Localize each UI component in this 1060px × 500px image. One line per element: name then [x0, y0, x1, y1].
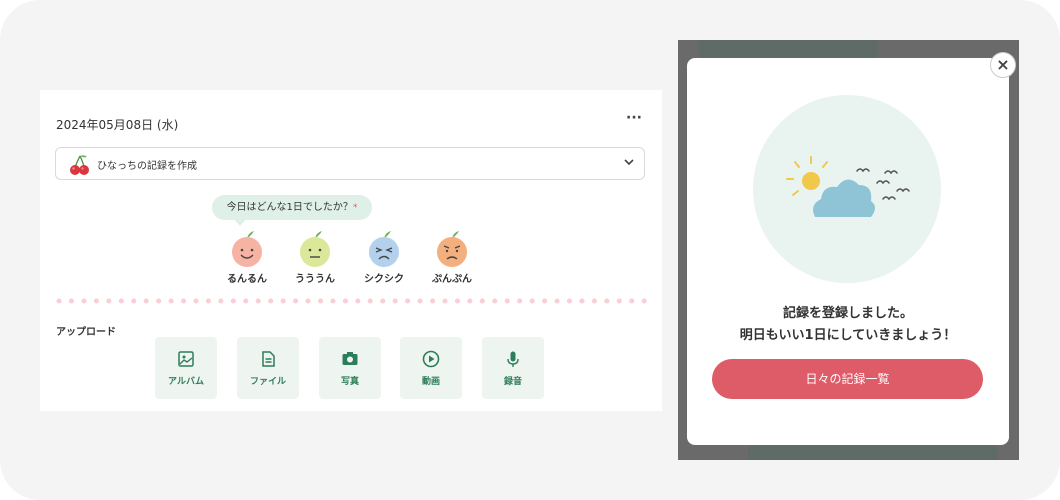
success-modal: 記録を登録しました。 明日もいい1日にしていきましょう！ 日々の記録一覧 — [687, 58, 1009, 445]
upload-button-label: アルバム — [168, 377, 204, 387]
mood-prompt-text: 今日はどんな1日でしたか？ — [226, 202, 353, 213]
mood-option-angry[interactable]: ぷんぷん — [422, 228, 482, 285]
template-select-value: ひなっちの記録を作成 — [97, 161, 197, 172]
crying-face-icon — [369, 231, 399, 267]
angry-face-icon — [437, 231, 467, 267]
microphone-icon — [507, 351, 519, 367]
mood-option-happy[interactable]: るんるん — [217, 228, 277, 285]
upload-audio-button[interactable]: 録音 — [482, 337, 544, 399]
success-message-line2: 明日もいい1日にしていきましょう！ — [739, 328, 957, 343]
mood-option-crying[interactable]: シクシク — [354, 228, 414, 285]
image-icon — [178, 351, 194, 367]
mood-label: ぷんぷん — [432, 274, 472, 285]
required-mark: * — [352, 203, 358, 213]
mood-label: うううん — [295, 274, 335, 285]
close-icon[interactable]: × — [990, 52, 1016, 78]
happy-face-icon — [232, 231, 262, 267]
template-select[interactable]: ひなっちの記録を作成 — [55, 147, 645, 180]
view-diary-list-button[interactable]: 日々の記録一覧 — [712, 359, 983, 399]
dotted-divider — [56, 298, 648, 304]
mood-label: るんるん — [227, 274, 267, 285]
upload-section-title: アップロード — [56, 327, 116, 338]
background-button — [748, 445, 998, 460]
upload-album-button[interactable]: アルバム — [155, 337, 217, 399]
success-message-line1: 記録を登録しました。 — [782, 306, 913, 321]
cherry-icon — [70, 155, 89, 175]
upload-photo-button[interactable]: 写真 — [319, 337, 381, 399]
camera-icon — [342, 352, 358, 365]
upload-button-label: ファイル — [249, 377, 286, 387]
diary-entry-card: 2024年05月08日 (水) ··· ひなっちの記録を作成 今日はどんな1日で… — [40, 90, 662, 411]
more-options-icon[interactable]: ··· — [626, 110, 642, 126]
upload-button-label: 動画 — [421, 377, 440, 387]
play-icon — [422, 350, 440, 368]
sun-cloud-birds-illustration — [753, 95, 941, 283]
file-icon — [262, 351, 275, 367]
mood-prompt-bubble: 今日はどんな1日でしたか？* — [212, 195, 372, 226]
upload-video-button[interactable]: 動画 — [400, 337, 462, 399]
mood-option-neutral[interactable]: うううん — [285, 228, 345, 285]
mood-label: シクシク — [364, 274, 404, 285]
chevron-down-icon — [624, 159, 634, 166]
upload-button-label: 録音 — [503, 377, 522, 387]
modal-overlay[interactable]: 記録を登録しました。 明日もいい1日にしていきましょう！ 日々の記録一覧 — [678, 40, 1019, 460]
neutral-face-icon — [300, 231, 330, 267]
entry-date: 2024年05月08日 (水) — [56, 118, 179, 132]
upload-file-button[interactable]: ファイル — [237, 337, 299, 399]
upload-button-label: 写真 — [340, 377, 359, 387]
